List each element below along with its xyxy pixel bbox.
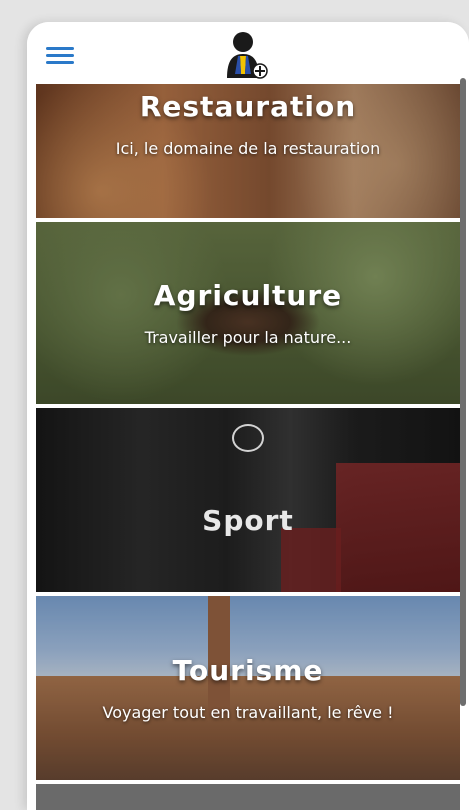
app-header: [27, 22, 469, 84]
phone-screen: Restauration Ici, le domaine de la resta…: [27, 22, 469, 810]
worker-avatar-logo-icon[interactable]: [223, 30, 271, 80]
scrollbar[interactable]: [460, 78, 466, 706]
card-title: Tourisme: [172, 654, 324, 687]
loading-spinner-icon: [232, 424, 264, 452]
card-subtitle: Ici, le domaine de la restauration: [115, 139, 381, 158]
card-title: Restauration: [139, 90, 357, 123]
card-title: Sport: [202, 503, 294, 537]
card-subtitle: Voyager tout en travaillant, le rêve !: [102, 703, 394, 722]
card-subtitle: Travailler pour la nature...: [144, 328, 352, 347]
card-partial-next[interactable]: [36, 784, 460, 810]
card-title: Agriculture: [153, 279, 343, 312]
hamburger-menu-icon[interactable]: [46, 47, 74, 65]
card-tourisme[interactable]: Tourisme Voyager tout en travaillant, le…: [36, 596, 460, 780]
card-agriculture[interactable]: Agriculture Travailler pour la nature...: [36, 222, 460, 404]
card-sport[interactable]: Sport: [36, 408, 460, 592]
card-restauration[interactable]: Restauration Ici, le domaine de la resta…: [36, 84, 460, 218]
